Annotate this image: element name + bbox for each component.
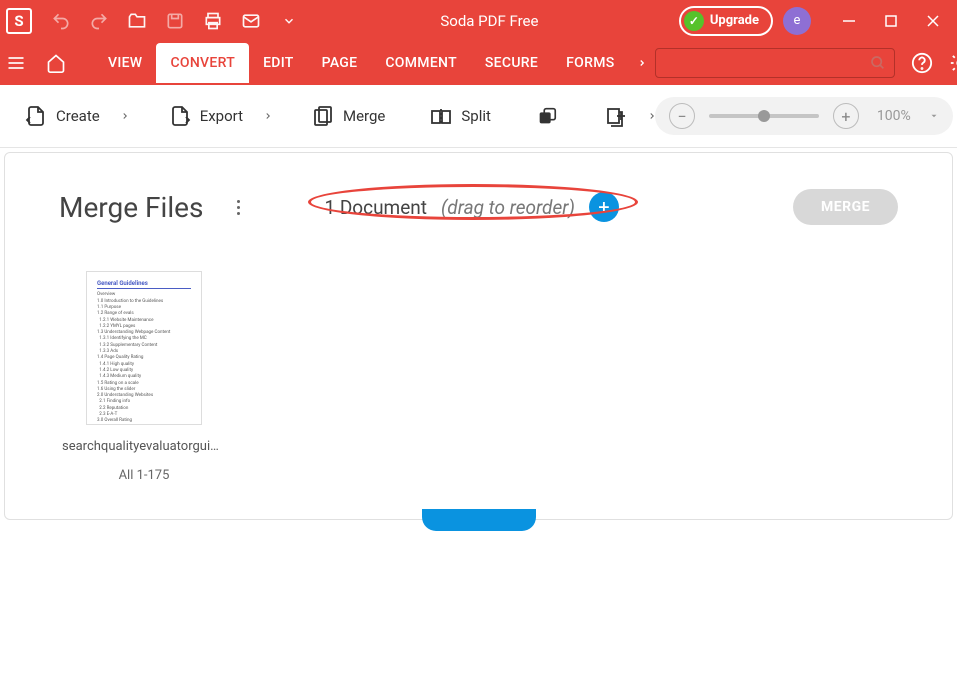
menu-hamburger[interactable] [6,48,26,78]
convert-toolbar: Create Export Merge Sp [0,85,957,148]
merge-title: Merge Files [59,191,203,224]
merge-panel: Merge Files 1 Document (drag to reorder)… [4,152,953,520]
maximize-button[interactable] [881,11,901,31]
create-icon [24,104,48,128]
merge-icon [311,104,335,128]
zoom-controls: − + 100% [655,97,953,135]
menubar-right [655,48,957,78]
tab-secure[interactable]: SECURE [471,43,552,83]
print-icon[interactable] [202,10,224,32]
zoom-out-button[interactable]: − [669,103,695,129]
merge-action-button[interactable]: MERGE [793,189,898,225]
open-folder-icon[interactable] [126,10,148,32]
email-icon[interactable] [240,10,262,32]
tab-forms[interactable]: FORMS [552,43,628,83]
zoom-dropdown[interactable] [929,111,939,121]
file-page-range: All 1-175 [119,468,170,483]
window-controls [839,11,943,31]
close-button[interactable] [923,11,943,31]
undo-icon[interactable] [50,10,72,32]
check-icon: ✓ [684,11,704,31]
search-box[interactable] [655,48,895,78]
file-card[interactable]: General Guidelines Overview1.0 Introduct… [59,271,229,483]
tab-page[interactable]: PAGE [308,43,372,83]
compress-tool-button[interactable] [531,98,563,134]
redo-icon[interactable] [88,10,110,32]
tab-comment[interactable]: COMMENT [371,43,471,83]
more-dropdown-icon[interactable] [278,10,300,32]
bottom-action-pill[interactable] [422,509,536,531]
create-button[interactable]: Create [20,98,104,134]
save-icon[interactable] [164,10,186,32]
document-count: 1 Document [324,196,427,219]
search-input[interactable] [664,56,870,71]
settings-icon[interactable] [949,52,957,74]
titlebar-quick-actions [50,10,300,32]
export-icon [168,104,192,128]
reorder-hint: (drag to reorder) [441,196,575,219]
export-button[interactable]: Export [164,98,247,134]
tab-edit[interactable]: EDIT [249,43,308,83]
upgrade-label: Upgrade [710,13,759,28]
home-icon[interactable] [46,51,66,75]
merge-options-menu[interactable] [237,200,240,215]
titlebar: S Soda PDF Free ✓ Upgrade e [0,0,957,41]
upgrade-button[interactable]: ✓ Upgrade [679,6,773,36]
file-name: searchqualityevaluatorguide... [62,439,226,454]
merge-header: Merge Files 1 Document (drag to reorder)… [59,189,898,225]
export-dropdown[interactable] [257,109,271,123]
menu-tabs: VIEW CONVERT EDIT PAGE COMMENT SECURE FO… [94,43,629,83]
merge-tool-button[interactable]: Merge [307,98,389,134]
split-icon [429,104,453,128]
menubar: VIEW CONVERT EDIT PAGE COMMENT SECURE FO… [0,41,957,85]
zoom-value: 100% [873,108,915,124]
file-grid: General Guidelines Overview1.0 Introduct… [59,271,898,483]
compress-icon [535,104,559,128]
file-thumbnail[interactable]: General Guidelines Overview1.0 Introduct… [86,271,202,425]
help-icon[interactable] [911,52,933,74]
batch-icon [603,104,627,128]
tab-view[interactable]: VIEW [94,43,156,83]
add-document-button[interactable]: + [589,192,619,222]
app-title: Soda PDF Free [300,12,679,30]
tab-convert[interactable]: CONVERT [156,43,249,83]
batch-dropdown[interactable] [641,109,655,123]
search-icon [870,55,886,71]
user-avatar[interactable]: e [783,7,811,35]
zoom-in-button[interactable]: + [833,103,859,129]
minimize-button[interactable] [839,11,859,31]
batch-tool-button[interactable] [599,98,631,134]
create-dropdown[interactable] [114,109,128,123]
zoom-slider[interactable] [709,114,819,118]
tabs-more-icon[interactable] [629,56,655,70]
split-tool-button[interactable]: Split [425,98,495,134]
document-info: 1 Document (drag to reorder) + [324,192,618,222]
zoom-slider-thumb[interactable] [758,110,770,122]
app-logo[interactable]: S [6,8,32,34]
